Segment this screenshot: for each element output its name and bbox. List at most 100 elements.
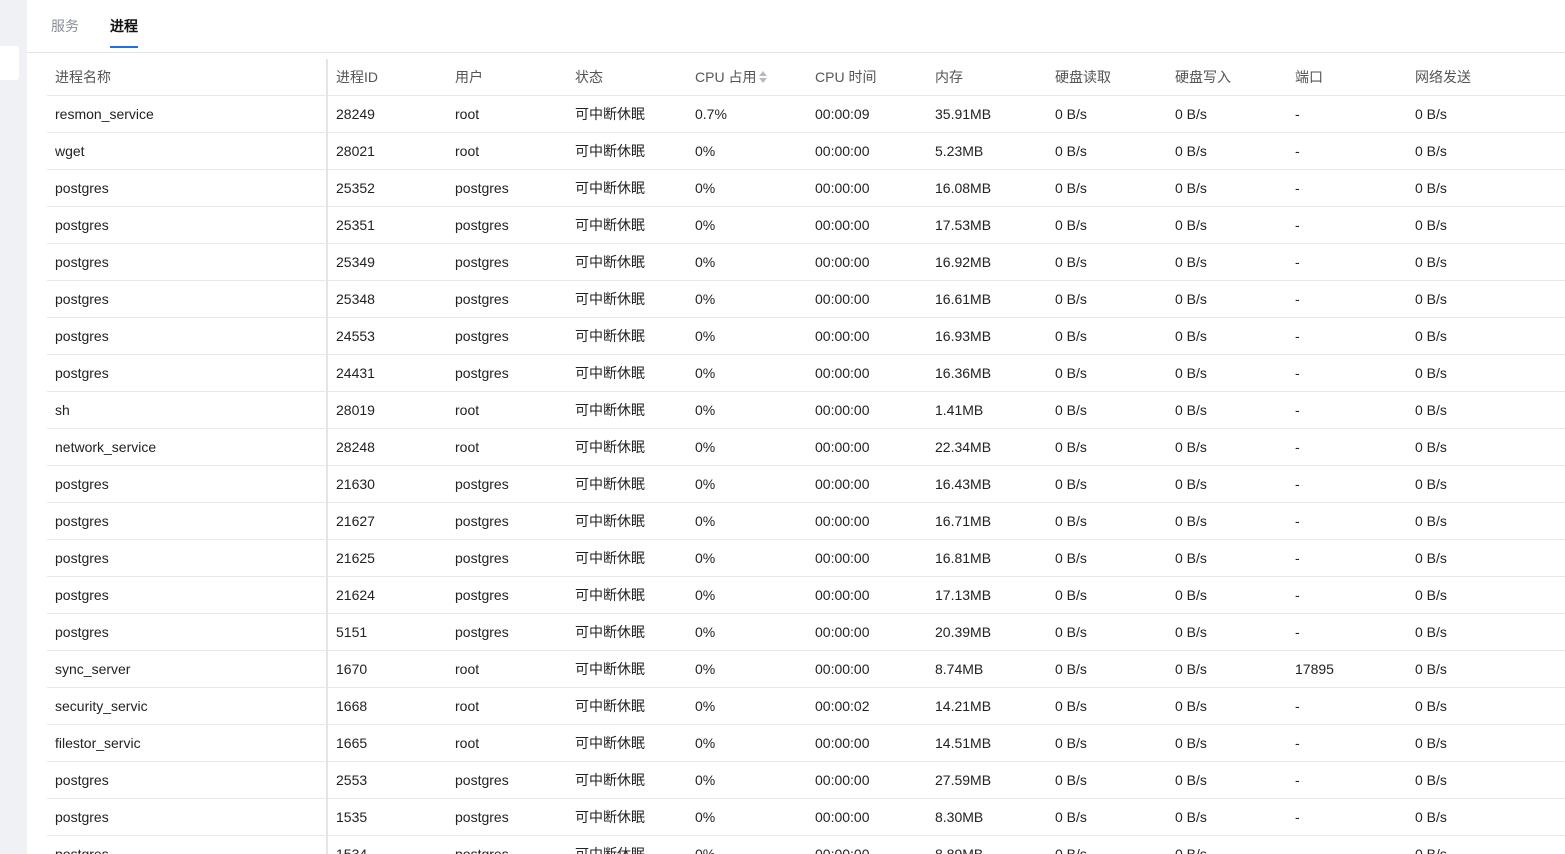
cell-port: -: [1287, 132, 1407, 170]
cell-memory: 27.59MB: [927, 761, 1047, 799]
header-network-send[interactable]: 网络发送: [1407, 59, 1565, 96]
sort-caret-icon[interactable]: [759, 70, 768, 86]
cell-network-send: 0 B/s: [1407, 539, 1565, 577]
cell-memory: 16.43MB: [927, 465, 1047, 503]
cell-status: 可中断休眠: [567, 391, 687, 429]
cell-cpu-time: 00:00:00: [807, 465, 927, 503]
cell-memory: 16.92MB: [927, 243, 1047, 281]
tab-services[interactable]: 服务: [51, 17, 79, 48]
header-user[interactable]: 用户: [447, 59, 567, 96]
cell-process-id: 21627: [327, 502, 447, 540]
cell-memory: 8.74MB: [927, 650, 1047, 688]
table-row[interactable]: sh 28019 root 可中断休眠 0% 00:00:00 1.41MB 0 B/s 0 B…: [47, 391, 1565, 429]
cell-disk-read: 0 B/s: [1047, 613, 1167, 651]
cell-memory: 14.21MB: [927, 687, 1047, 725]
table-row[interactable]: postgres 2553 postgres 可中断休眠 0% 00:00:00 27.59…: [47, 761, 1565, 799]
table-row[interactable]: postgres 21627 postgres 可中断休眠 0% 00:00:00 16.7…: [47, 502, 1565, 540]
table-row[interactable]: wget 28021 root 可中断休眠 0% 00:00:00 5.23MB 0 B/s 0…: [47, 132, 1565, 170]
cell-disk-read: 0 B/s: [1047, 169, 1167, 207]
cell-port: -: [1287, 798, 1407, 836]
cell-process-name: network_service: [47, 428, 328, 466]
cell-cpu-time: 00:00:00: [807, 613, 927, 651]
table-row[interactable]: postgres 5151 postgres 可中断休眠 0% 00:00:00 20.39…: [47, 613, 1565, 651]
cell-disk-read: 0 B/s: [1047, 354, 1167, 392]
table-row[interactable]: security_servic 1668 root 可中断休眠 0% 00:00:02 14…: [47, 687, 1565, 725]
cell-process-id: 1670: [327, 650, 447, 688]
header-disk-read[interactable]: 硬盘读取: [1047, 59, 1167, 96]
cell-process-id: 28019: [327, 391, 447, 429]
cell-status: 可中断休眠: [567, 169, 687, 207]
cell-process-id: 1668: [327, 687, 447, 725]
table-row[interactable]: postgres 25349 postgres 可中断休眠 0% 00:00:00 16.9…: [47, 243, 1565, 281]
table-row[interactable]: postgres 21624 postgres 可中断休眠 0% 00:00:00 17.1…: [47, 576, 1565, 614]
cell-process-name: sh: [47, 391, 328, 429]
cell-disk-read: 0 B/s: [1047, 724, 1167, 762]
cell-user: postgres: [447, 539, 567, 577]
cell-cpu-time: 00:00:00: [807, 391, 927, 429]
table-row[interactable]: postgres 1534 postgres 可中断休眠 0% 00:00:00 8.89M…: [47, 835, 1565, 854]
cell-port: -: [1287, 206, 1407, 244]
cell-port: -: [1287, 502, 1407, 540]
table-row[interactable]: postgres 21630 postgres 可中断休眠 0% 00:00:00 16.4…: [47, 465, 1565, 503]
header-port[interactable]: 端口: [1287, 59, 1407, 96]
table-row[interactable]: sync_server 1670 root 可中断休眠 0% 00:00:00 8.74MB…: [47, 650, 1565, 688]
cell-cpu-time: 00:00:00: [807, 724, 927, 762]
header-disk-write[interactable]: 硬盘写入: [1167, 59, 1287, 96]
header-memory[interactable]: 内存: [927, 59, 1047, 96]
cell-port: -: [1287, 317, 1407, 355]
cell-disk-write: 0 B/s: [1167, 835, 1287, 854]
cell-port: -: [1287, 761, 1407, 799]
cell-cpu-usage: 0%: [687, 539, 807, 577]
header-status[interactable]: 状态: [567, 59, 687, 96]
cell-process-id: 25351: [327, 206, 447, 244]
cell-disk-read: 0 B/s: [1047, 650, 1167, 688]
table-row[interactable]: postgres 24431 postgres 可中断休眠 0% 00:00:00 16.3…: [47, 354, 1565, 392]
cell-process-name: postgres: [47, 576, 328, 614]
cell-memory: 16.93MB: [927, 317, 1047, 355]
cell-cpu-time: 00:00:00: [807, 798, 927, 836]
cell-disk-read: 0 B/s: [1047, 576, 1167, 614]
cell-process-name: filestor_servic: [47, 724, 328, 762]
header-cpu-time[interactable]: CPU 时间: [807, 59, 927, 96]
cell-process-id: 1665: [327, 724, 447, 762]
table-row[interactable]: resmon_service 28249 root 可中断休眠 0.7% 00:00:09…: [47, 95, 1565, 133]
cell-cpu-time: 00:00:00: [807, 132, 927, 170]
table-row[interactable]: postgres 24553 postgres 可中断休眠 0% 00:00:00 16.9…: [47, 317, 1565, 355]
cell-cpu-usage: 0%: [687, 724, 807, 762]
cell-user: postgres: [447, 317, 567, 355]
cell-disk-write: 0 B/s: [1167, 169, 1287, 207]
table-row[interactable]: network_service 28248 root 可中断休眠 0% 00:00:00 2…: [47, 428, 1565, 466]
cell-network-send: 0 B/s: [1407, 206, 1565, 244]
cell-user: root: [447, 428, 567, 466]
tab-processes[interactable]: 进程: [110, 17, 138, 48]
table-row[interactable]: postgres 21625 postgres 可中断休眠 0% 00:00:00 16.8…: [47, 539, 1565, 577]
table-row[interactable]: postgres 1535 postgres 可中断休眠 0% 00:00:00 8.30M…: [47, 798, 1565, 836]
cell-cpu-time: 00:00:00: [807, 539, 927, 577]
cell-port: -: [1287, 95, 1407, 133]
cell-process-id: 25352: [327, 169, 447, 207]
header-process-name[interactable]: 进程名称: [47, 59, 328, 96]
header-cpu-usage[interactable]: CPU 占用: [687, 59, 807, 96]
cell-memory: 16.61MB: [927, 280, 1047, 318]
cell-process-name: postgres: [47, 613, 328, 651]
table-row[interactable]: postgres 25352 postgres 可中断休眠 0% 00:00:00 16.0…: [47, 169, 1565, 207]
cell-disk-write: 0 B/s: [1167, 650, 1287, 688]
cell-user: root: [447, 724, 567, 762]
cell-network-send: 0 B/s: [1407, 95, 1565, 133]
cell-user: root: [447, 650, 567, 688]
cell-disk-read: 0 B/s: [1047, 280, 1167, 318]
cell-cpu-time: 00:00:00: [807, 206, 927, 244]
header-process-id[interactable]: 进程ID: [327, 59, 447, 96]
cell-network-send: 0 B/s: [1407, 761, 1565, 799]
table-row[interactable]: postgres 25348 postgres 可中断休眠 0% 00:00:00 16.6…: [47, 280, 1565, 318]
cell-disk-write: 0 B/s: [1167, 280, 1287, 318]
cell-user: postgres: [447, 798, 567, 836]
cell-memory: 16.71MB: [927, 502, 1047, 540]
table-row[interactable]: filestor_servic 1665 root 可中断休眠 0% 00:00:00 14…: [47, 724, 1565, 762]
cell-network-send: 0 B/s: [1407, 428, 1565, 466]
table-row[interactable]: postgres 25351 postgres 可中断休眠 0% 00:00:00 17.5…: [47, 206, 1565, 244]
cell-status: 可中断休眠: [567, 539, 687, 577]
cell-cpu-usage: 0%: [687, 465, 807, 503]
cell-cpu-usage: 0%: [687, 502, 807, 540]
cell-status: 可中断休眠: [567, 502, 687, 540]
